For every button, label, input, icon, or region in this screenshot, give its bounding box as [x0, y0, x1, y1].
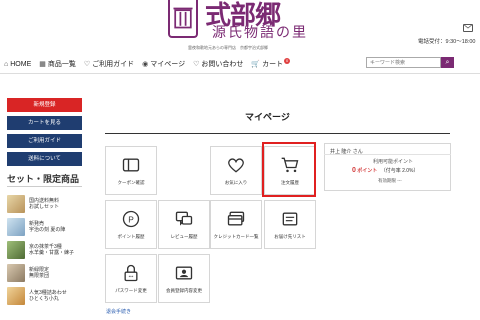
product-line-2: 水羊羹・甘露・練子: [29, 250, 75, 256]
sidebar-heading-divider: [7, 186, 82, 187]
logo-emblem-icon: [173, 7, 193, 29]
highlight-box: [262, 142, 316, 197]
nav-mypage[interactable]: ◉ マイページ: [142, 59, 185, 69]
heart-icon: ♡: [83, 61, 91, 68]
tile-change-password[interactable]: *** パスワード変更: [105, 254, 157, 303]
points-label: 利用可能ポイント: [373, 159, 414, 165]
withdraw-link[interactable]: 退会手続き: [106, 308, 131, 315]
search-input[interactable]: [366, 57, 441, 68]
nav-home-label: HOME: [10, 60, 32, 68]
nav-mypage-label: マイページ: [150, 61, 186, 68]
tile-label: レビュー履歴: [170, 234, 198, 239]
tile-address-list[interactable]: お届け先リスト: [264, 200, 316, 249]
tile-favorites[interactable]: お気に入り: [210, 146, 262, 195]
tile-label: クーポン確認: [117, 180, 145, 185]
points-value: 0: [352, 167, 356, 174]
tile-points-history[interactable]: P ポイント履歴: [105, 200, 157, 249]
mail-icon[interactable]: [463, 24, 473, 32]
nav-guide-label: ご利用ガイド: [92, 61, 135, 68]
profile-edit-icon: [175, 266, 193, 280]
product-line-2: 宇治の刻 夏の陣: [29, 227, 66, 233]
cart-count-badge: 0: [284, 58, 291, 64]
coupon-icon: [122, 158, 140, 172]
credit-card-icon: [227, 211, 245, 226]
phone-hours: 電話受付：9:30～18:00: [418, 39, 476, 45]
sidebar-product[interactable]: 新緑限定 無限茶団: [7, 262, 87, 284]
heart-icon: [228, 158, 244, 173]
tile-label: お気に入り: [224, 180, 248, 185]
tile-label: クレジットカード一覧: [213, 234, 259, 239]
search-icon: ⌕: [445, 59, 450, 66]
home-icon: ⌂: [4, 60, 9, 68]
points-rate: （付与率 2.0%）: [380, 168, 419, 174]
nav-contact-label: お問い合わせ: [201, 61, 244, 68]
nav-products-label: 商品一覧: [47, 61, 76, 68]
sidebar-product[interactable]: 新発売 宇治の刻 夏の陣: [7, 216, 87, 238]
sidebar-product[interactable]: 人気3種詰あわせ ひとくち小丸: [7, 285, 87, 307]
product-thumbnail: [7, 195, 25, 213]
product-thumbnail: [7, 264, 25, 282]
points-expiry: 有効期限 ---: [378, 178, 402, 183]
product-line-2: 無限茶団: [29, 273, 50, 279]
tile-label: お届け先リスト: [274, 234, 306, 239]
tile-review-history[interactable]: レビュー履歴: [158, 200, 210, 249]
search-button[interactable]: ⌕: [441, 57, 454, 68]
svg-text:P: P: [128, 214, 134, 224]
nav-products[interactable]: ▦ 商品一覧: [39, 59, 76, 69]
guide-button[interactable]: ご利用ガイド: [7, 134, 82, 148]
shipping-info-button[interactable]: 送料について: [7, 152, 82, 166]
product-thumbnail: [7, 218, 25, 236]
sidebar-heading: セット・限定商品: [7, 174, 80, 184]
address-list-icon: [282, 212, 298, 226]
tile-coupon[interactable]: クーポン確認: [105, 146, 157, 195]
nav-home[interactable]: ⌂ HOME: [4, 61, 31, 68]
logo-tagline: 霊夜和歌地元あらの専門店 京都宇治式部郷: [188, 45, 268, 50]
logo-subtitle: 源氏物語の里: [212, 26, 308, 41]
product-thumbnail: [7, 241, 25, 259]
product-line-2: お試しセット: [29, 204, 60, 210]
svg-text:***: ***: [129, 274, 134, 279]
view-cart-button[interactable]: カートを見る: [7, 116, 82, 130]
nav-contact[interactable]: ♡ お問い合わせ: [193, 59, 243, 69]
nav-divider: [0, 73, 480, 74]
user-icon: ◉: [142, 61, 149, 68]
points-display: 0 ポイント （付与率 2.0%）: [352, 167, 419, 174]
tile-edit-profile[interactable]: 会員登録内容変更: [158, 254, 210, 303]
product-list-icon: ▦: [39, 61, 46, 68]
product-thumbnail: [7, 287, 25, 305]
cart-icon: 🛒: [251, 61, 261, 68]
page-title: マイページ: [245, 112, 290, 122]
register-button[interactable]: 新規登録: [7, 98, 82, 112]
nav-guide[interactable]: ♡ ご利用ガイド: [84, 59, 134, 69]
points-unit: ポイント: [357, 168, 378, 174]
tile-credit-cards[interactable]: クレジットカード一覧: [210, 200, 262, 249]
heart-icon: ♡: [193, 61, 200, 68]
title-divider: [105, 133, 450, 134]
lock-icon: ***: [124, 264, 138, 282]
sidebar-product[interactable]: 国内送料無料 お試しセット: [7, 193, 87, 215]
nav-cart-label: カート: [262, 61, 284, 68]
logo-emblem[interactable]: [168, 0, 198, 38]
nav-cart[interactable]: 🛒 カート 0: [251, 58, 291, 69]
tile-label: パスワード変更: [115, 288, 147, 293]
points-icon: P: [122, 210, 140, 228]
sidebar-product[interactable]: 京の抹茶千3種 水羊羹・甘露・練子: [7, 239, 87, 261]
tile-label: 会員登録内容変更: [166, 288, 202, 293]
account-divider: [324, 154, 451, 155]
product-line-2: ひとくち小丸: [29, 296, 59, 302]
tile-label: ポイント履歴: [117, 234, 145, 239]
review-icon: [175, 211, 193, 226]
